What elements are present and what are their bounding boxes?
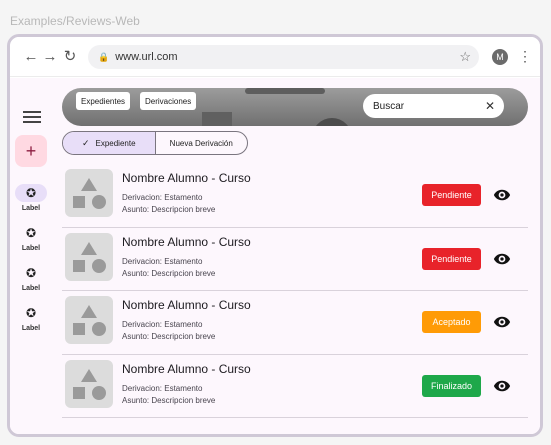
status-badge[interactable]: Aceptado <box>422 311 481 333</box>
item-title: Nombre Alumno - Curso <box>122 171 251 185</box>
star-circle-icon: ✪ <box>25 306 37 320</box>
menu-icon[interactable] <box>23 111 41 125</box>
add-button[interactable]: + <box>15 135 47 167</box>
navigation-rail: + ✪ Label ✪ Label ✪ Label ✪ Label <box>10 78 56 434</box>
eye-icon[interactable] <box>492 186 512 204</box>
star-circle-icon: ✪ <box>15 184 47 202</box>
thumbnail-placeholder-icon <box>65 359 113 408</box>
close-icon[interactable]: ✕ <box>485 99 495 113</box>
browser-toolbar: ← → ↻ 🔒 www.url.com ☆ M ⋮ <box>10 37 540 77</box>
rail-item-label: Label <box>21 285 41 292</box>
status-badge[interactable]: Finalizado <box>422 374 481 397</box>
search-input[interactable] <box>373 100 483 112</box>
thumbnail-placeholder-icon <box>65 296 113 344</box>
banner-shape <box>312 118 352 126</box>
item-asunto: Asunto: Descripcion breve <box>122 205 216 214</box>
header-banner: Expedientes Derivaciones ✕ <box>62 88 528 126</box>
browser-window: ← → ↻ 🔒 www.url.com ☆ M ⋮ + ✪ Label ✪ La… <box>7 34 543 437</box>
reload-icon[interactable]: ↻ <box>61 47 79 65</box>
forward-icon[interactable]: → <box>41 47 59 65</box>
item-derivacion: Derivacion: Estamento <box>122 193 203 202</box>
rail-item-2[interactable]: ✪ Label <box>13 224 49 252</box>
star-circle-icon: ✪ <box>25 226 37 240</box>
list-item[interactable]: Nombre Alumno - Curso Derivacion: Estame… <box>62 228 528 291</box>
segment-label: Nueva Derivación <box>169 138 233 148</box>
rail-item-label: Label <box>21 245 41 252</box>
thumbnail-placeholder-icon <box>65 169 113 217</box>
add-icon: + <box>25 140 37 161</box>
thumbnail-placeholder-icon <box>65 232 113 281</box>
item-derivacion: Derivacion: Estamento <box>122 256 203 266</box>
segmented-control: ✓ Expediente Nueva Derivación <box>62 131 248 155</box>
banner-shape <box>202 112 232 126</box>
banner-shape <box>245 88 325 94</box>
segment-label: Expediente <box>95 138 136 148</box>
list-item[interactable]: Nombre Alumno - Curso Derivacion: Estame… <box>62 355 528 418</box>
list-item[interactable]: Nombre Alumno - Curso Derivacion: Estame… <box>62 291 528 355</box>
item-asunto: Asunto: Descripcion breve <box>122 332 216 341</box>
rail-item-label: Label <box>21 325 41 332</box>
item-title: Nombre Alumno - Curso <box>122 361 251 376</box>
item-asunto: Asunto: Descripcion breve <box>122 268 216 278</box>
chip-expedientes[interactable]: Expedientes <box>76 92 131 110</box>
item-title: Nombre Alumno - Curso <box>122 234 251 249</box>
profile-avatar[interactable]: M <box>492 49 508 65</box>
bookmark-star-icon[interactable]: ☆ <box>459 49 471 65</box>
item-derivacion: Derivacion: Estamento <box>122 320 203 329</box>
reviews-list: Nombre Alumno - Curso Derivacion: Estame… <box>62 164 528 418</box>
more-options-icon[interactable]: ⋮ <box>518 48 532 65</box>
back-icon[interactable]: ← <box>22 47 40 65</box>
lock-icon: 🔒 <box>98 51 110 62</box>
rail-item-3[interactable]: ✪ Label <box>13 264 49 292</box>
item-derivacion: Derivacion: Estamento <box>122 383 203 393</box>
star-circle-icon: ✪ <box>25 266 37 280</box>
list-item[interactable]: Nombre Alumno - Curso Derivacion: Estame… <box>62 164 528 228</box>
segment-expediente[interactable]: ✓ Expediente <box>63 132 156 154</box>
app-content: + ✪ Label ✪ Label ✪ Label ✪ Label Expedi… <box>10 78 540 434</box>
rail-item-1[interactable]: ✪ Label <box>13 184 49 212</box>
frame-label: Examples/Reviews-Web <box>10 14 140 28</box>
search-bar: ✕ <box>363 94 504 118</box>
eye-icon[interactable] <box>492 377 512 395</box>
eye-icon[interactable] <box>492 250 512 268</box>
check-icon: ✓ <box>81 137 90 148</box>
chip-derivaciones[interactable]: Derivaciones <box>140 92 197 110</box>
item-asunto: Asunto: Descripcion breve <box>122 395 216 405</box>
status-badge[interactable]: Pendiente <box>422 184 481 206</box>
address-bar[interactable]: 🔒 www.url.com ☆ <box>88 45 479 69</box>
url-text: www.url.com <box>115 51 178 63</box>
eye-icon[interactable] <box>492 313 512 331</box>
item-title: Nombre Alumno - Curso <box>122 298 251 312</box>
segment-nueva-derivacion[interactable]: Nueva Derivación <box>156 132 248 154</box>
rail-item-label: Label <box>21 205 41 212</box>
rail-item-4[interactable]: ✪ Label <box>13 304 49 332</box>
status-badge[interactable]: Pendiente <box>422 247 481 270</box>
